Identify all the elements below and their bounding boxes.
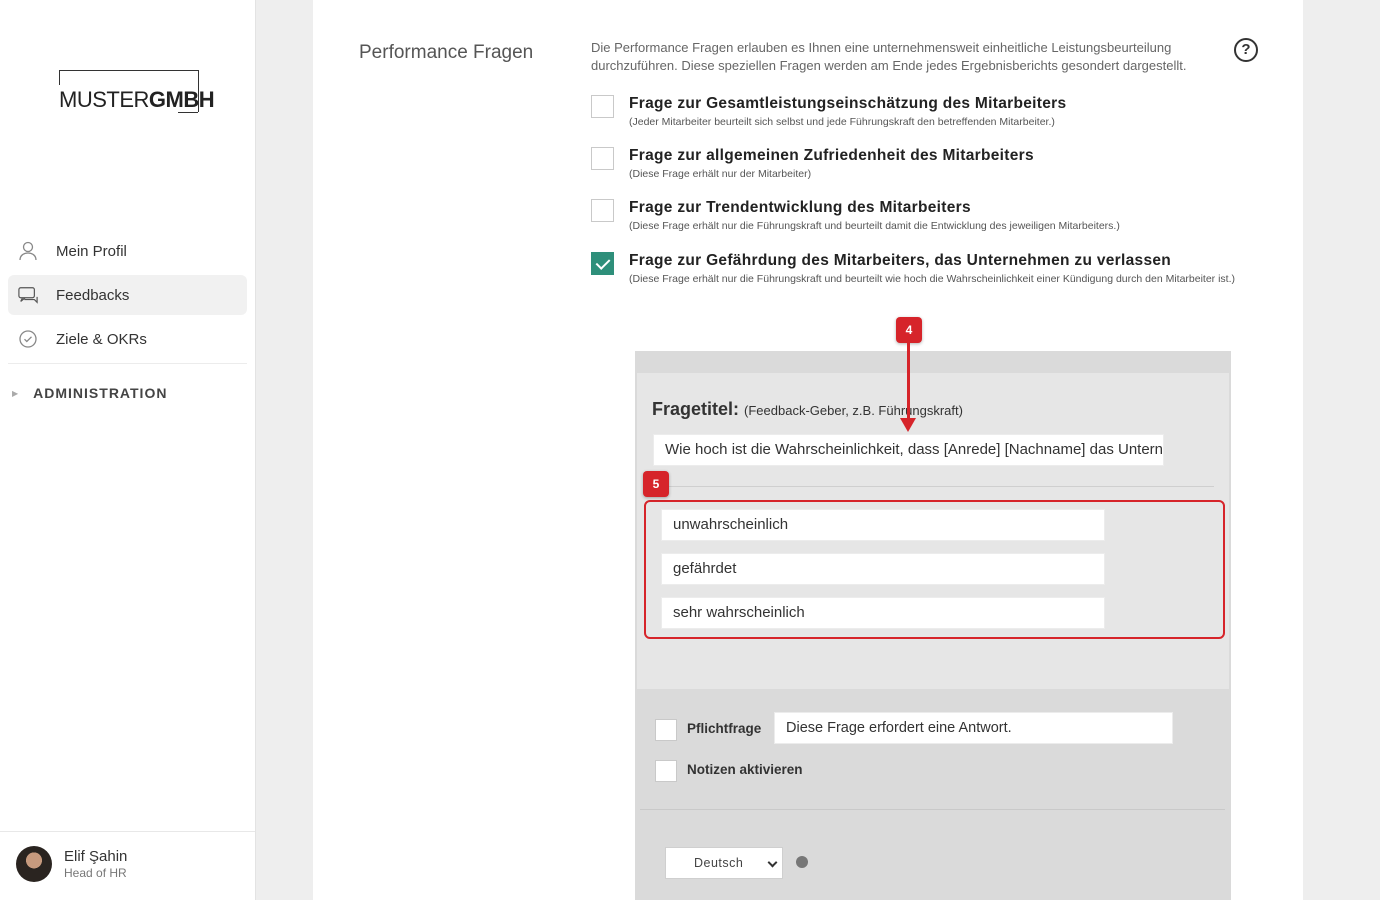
chat-icon <box>18 285 38 305</box>
sidebar-nav: Mein Profil Feedbacks Ziele & OKRs <box>8 231 247 364</box>
notizen-checkbox[interactable] <box>655 760 677 782</box>
option-checkbox-checked[interactable] <box>591 252 614 275</box>
option-title: Frage zur Trendentwicklung des Mitarbeit… <box>629 199 971 216</box>
avatar <box>16 846 52 882</box>
editor-divider <box>640 809 1225 810</box>
option-gefaehrdung: Frage zur Gefährdung des Mitarbeiters, d… <box>591 252 1251 304</box>
language-select[interactable]: Deutsch <box>665 847 783 879</box>
option-zufriedenheit: Frage zur allgemeinen Zufriedenheit des … <box>591 147 1251 187</box>
option-checkbox[interactable] <box>591 199 614 222</box>
user-name: Elif Şahin <box>64 848 128 865</box>
company-logo[interactable]: MUSTERGMBH <box>59 70 215 113</box>
option-subtitle: (Diese Frage erhält nur die Führungskraf… <box>629 220 1120 232</box>
option-checkbox[interactable] <box>591 95 614 118</box>
logo-part-gmbh: GMBH <box>148 87 215 112</box>
answer-input[interactable]: gefährdet <box>661 553 1105 585</box>
option-checkbox[interactable] <box>591 147 614 170</box>
pflichtfrage-checkbox[interactable] <box>655 719 677 741</box>
main-content: Performance Fragen Die Performance Frage… <box>313 0 1303 900</box>
question-editor: Fragetitel: (Feedback-Geber, z.B. Führun… <box>635 351 1231 900</box>
fragetitel-heading: Fragetitel: (Feedback-Geber, z.B. Führun… <box>652 399 963 420</box>
sidebar-item-ziele-okrs[interactable]: Ziele & OKRs <box>8 319 247 359</box>
notizen-label: Notizen aktivieren <box>687 762 803 777</box>
option-gesamtleistung: Frage zur Gesamtleistungseinschätzung de… <box>591 95 1251 135</box>
answer-input[interactable]: unwahrscheinlich <box>661 509 1105 541</box>
option-subtitle: (Jeder Mitarbeiter beurteilt sich selbst… <box>629 116 1055 128</box>
option-title: Frage zur allgemeinen Zufriedenheit des … <box>629 147 1034 164</box>
fragetitel-hint: (Feedback-Geber, z.B. Führungskraft) <box>744 403 963 418</box>
pflichtfrage-text-input[interactable]: Diese Frage erfordert eine Antwort. <box>774 712 1173 744</box>
sidebar-item-mein-profil[interactable]: Mein Profil <box>8 231 247 271</box>
user-profile[interactable]: Elif Şahin Head of HR <box>16 846 127 882</box>
option-title: Frage zur Gefährdung des Mitarbeiters, d… <box>629 252 1172 269</box>
sidebar: MUSTERGMBH Mein Profil Feedbacks Ziele &… <box>0 0 256 900</box>
triangle-right-icon: ▶ <box>12 388 20 398</box>
section-title: Performance Fragen <box>359 42 534 63</box>
option-subtitle: (Diese Frage erhält nur der Mitarbeiter) <box>629 168 812 180</box>
nav-divider <box>8 363 247 364</box>
annotation-badge-4: 4 <box>896 317 922 343</box>
section-description: Die Performance Fragen erlauben es Ihnen… <box>591 40 1187 73</box>
sidebar-item-label: Ziele & OKRs <box>56 330 147 348</box>
answer-input[interactable]: sehr wahrscheinlich <box>661 597 1105 629</box>
sidebar-item-label: Mein Profil <box>56 242 127 260</box>
sidebar-item-feedbacks[interactable]: Feedbacks <box>8 275 247 315</box>
help-icon[interactable]: ? <box>1234 38 1258 62</box>
option-subtitle: (Diese Frage erhält nur die Führungskraf… <box>629 273 1236 285</box>
user-divider <box>0 831 255 832</box>
administration-label: ADMINISTRATION <box>33 385 168 401</box>
question-title-input[interactable]: Wie hoch ist die Wahrscheinlichkeit, das… <box>653 434 1164 466</box>
annotation-arrow-line <box>907 342 910 422</box>
globe-icon <box>796 856 808 868</box>
annotation-badge-5: 5 <box>643 471 669 497</box>
option-trendentwicklung: Frage zur Trendentwicklung des Mitarbeit… <box>591 199 1251 239</box>
pflichtfrage-label: Pflichtfrage <box>687 721 762 736</box>
chevron-down-icon <box>767 857 778 868</box>
check-circle-icon <box>18 329 38 349</box>
user-role: Head of HR <box>64 866 127 880</box>
logo-part-muster: MUSTER <box>59 87 149 112</box>
sidebar-item-label: Feedbacks <box>56 286 130 304</box>
user-icon <box>18 241 38 261</box>
sidebar-item-administration[interactable]: ▶ ADMINISTRATION <box>12 385 167 401</box>
language-value: Deutsch <box>694 856 744 870</box>
fragetitel-label: Fragetitel: <box>652 399 740 419</box>
question-divider <box>653 486 1214 487</box>
question-editor-top: Fragetitel: (Feedback-Geber, z.B. Führun… <box>637 373 1229 689</box>
option-title: Frage zur Gesamtleistungseinschätzung de… <box>629 95 1067 112</box>
annotation-arrow-head <box>900 418 916 432</box>
